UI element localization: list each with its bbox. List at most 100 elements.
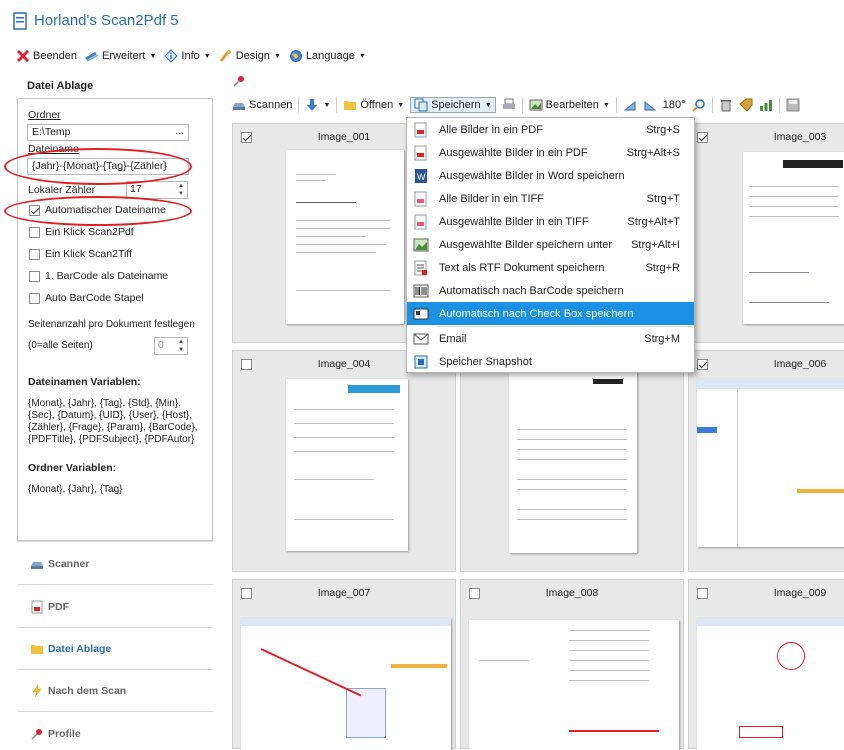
print-button[interactable]	[502, 98, 516, 112]
image-select-checkbox[interactable]	[697, 132, 708, 143]
menu-item-rtf[interactable]: Text als RTF Dokument speichern Strg+R	[407, 256, 694, 279]
menu-item-shortcut: Strg+Alt+T	[627, 215, 680, 228]
ordner-field[interactable]: E:\Temp ...	[27, 124, 189, 141]
chevron-down-icon: ▼	[273, 52, 281, 60]
nav-divider	[17, 627, 213, 628]
speichern-button[interactable]: Speichern ▼	[410, 97, 496, 113]
nav-profile[interactable]: Profile	[30, 727, 81, 741]
image-select-checkbox[interactable]	[697, 359, 708, 370]
menu-language[interactable]: Language ▼	[289, 49, 366, 63]
edit-image-icon	[529, 99, 543, 111]
nav-nach-dem-scan[interactable]: Nach dem Scan	[30, 684, 126, 698]
chevron-down-icon: ▼	[203, 52, 211, 60]
delete-button[interactable]	[719, 98, 733, 112]
menu-item-alle-bilder-pdf[interactable]: Alle Bilder in ein PDF Strg+S	[407, 118, 694, 141]
bearbeiten-button[interactable]: Bearbeiten ▼	[529, 98, 610, 112]
vars-text: {Monat}, {Jahr}, {Tag}, {Std}, {Min}, {S…	[28, 398, 198, 445]
nav-scanner[interactable]: Scanner	[30, 557, 89, 571]
image-tile[interactable]: Image_003	[688, 123, 844, 343]
printer-icon	[502, 98, 515, 109]
checkbox-ein-klick-scan2tiff[interactable]: Ein Klick Scan2Tiff	[29, 248, 132, 260]
rotate-180-button[interactable]: 180°	[663, 99, 686, 111]
nav-label: Profile	[48, 728, 81, 740]
checkbox-barcode-dateiname[interactable]: 1. BarCode als Dateiname	[29, 270, 168, 282]
image-tile[interactable]: Image_007	[232, 579, 456, 750]
spinner-arrows-icon[interactable]: ▲ ▼	[175, 338, 187, 354]
menu-item-label: Alle Bilder in ein TIFF	[439, 192, 544, 205]
menu-label: Info	[181, 50, 200, 62]
menu-item-label: Text als RTF Dokument speichern	[439, 261, 605, 274]
chevron-down-icon: ▼	[358, 52, 366, 60]
image-tile[interactable]: Image_006	[688, 350, 844, 572]
oeffnen-button[interactable]: Öffnen ▼	[343, 98, 404, 112]
image-tile[interactable]: Image_004	[232, 350, 456, 572]
menu-item-barcode[interactable]: Automatisch nach BarCode speichern	[407, 279, 694, 302]
menu-item-check-box[interactable]: Automatisch nach Check Box speichern	[407, 302, 694, 325]
menu-item-label: Ausgewählte Bilder in ein TIFF	[439, 215, 589, 228]
svg-text:W: W	[417, 172, 426, 182]
toolbar-divider	[298, 97, 300, 113]
chevron-down-icon: ▼	[484, 101, 492, 109]
nav-datei-ablage[interactable]: Datei Ablage	[30, 642, 111, 656]
rotate-right-button[interactable]	[643, 98, 657, 112]
menu-item-alle-tiff[interactable]: Alle Bilder in ein TIFF Strg+T	[407, 187, 694, 210]
tiff-icon	[414, 214, 427, 229]
save-disk-button[interactable]	[786, 98, 800, 112]
menu-item-word[interactable]: W Ausgewählte Bilder in Word speichern	[407, 164, 694, 187]
pin-toolbar-icon[interactable]	[232, 74, 246, 88]
checkbox-box[interactable]	[29, 270, 40, 282]
checkbox-box[interactable]	[29, 292, 40, 304]
image-title: Image_007	[317, 587, 371, 599]
menu-item-label: Ausgewählte Bilder in ein PDF	[439, 146, 588, 159]
checkbox-box[interactable]	[29, 226, 40, 238]
image-tile[interactable]: Image_009	[688, 579, 844, 750]
annotation-oval-dateiname	[4, 148, 192, 185]
nav-pdf[interactable]: PDF	[30, 600, 69, 614]
sort-button[interactable]	[759, 98, 773, 112]
menu-item-speichern-unter[interactable]: Ausgewählte Bilder speichern unter Strg+A…	[407, 233, 694, 256]
tag-button[interactable]	[738, 98, 753, 112]
seiten-spinner[interactable]: 0 ▲ ▼	[154, 337, 188, 355]
image-title: Image_006	[773, 358, 827, 370]
import-button[interactable]: ▼	[305, 98, 330, 112]
menu-item-shortcut: Strg+T	[646, 192, 680, 205]
spinner-arrows-icon[interactable]: ▲ ▼	[175, 182, 187, 198]
sort-bars-icon	[759, 100, 772, 111]
image-select-checkbox[interactable]	[241, 588, 252, 599]
image-select-checkbox[interactable]	[697, 588, 708, 599]
chevron-down-icon: ▼	[397, 101, 405, 109]
checkbox-auto-barcode-stapel[interactable]: Auto BarCode Stapel	[29, 292, 144, 304]
menu-item-ausgewaehlte-tiff[interactable]: Ausgewählte Bilder in ein TIFF Strg+Alt+T	[407, 210, 694, 233]
pdf-icon	[31, 600, 43, 614]
menu-design[interactable]: Design ▼	[219, 49, 281, 63]
rtf-icon	[414, 260, 427, 275]
main-menubar: Beenden Erweitert ▼ Info ▼ Design ▼ Languag…	[16, 46, 374, 66]
image-tile[interactable]: Image_008	[460, 579, 684, 750]
image-tile[interactable]	[460, 350, 684, 572]
nav-label: Nach dem Scan	[48, 685, 127, 697]
zaehler-value: 17	[130, 183, 142, 195]
browse-button[interactable]: ...	[175, 125, 184, 137]
scannen-button[interactable]: Scannen	[232, 98, 292, 112]
image-select-checkbox[interactable]	[241, 359, 252, 370]
toolbar-divider	[711, 97, 713, 113]
lightning-icon	[32, 684, 42, 698]
menu-erweitert[interactable]: Erweitert ▼	[85, 49, 156, 63]
nav-label: Scanner	[48, 558, 90, 570]
menu-item-label: Automatisch nach BarCode speichern	[439, 284, 624, 297]
menu-info[interactable]: Info ▼	[164, 49, 211, 63]
image-select-checkbox[interactable]	[469, 588, 480, 599]
menu-item-email[interactable]: Email Strg+M	[407, 327, 694, 350]
globe-icon	[289, 50, 302, 62]
tag-icon	[738, 98, 753, 112]
menu-item-ausgewaehlte-pdf[interactable]: Ausgewählte Bilder in ein PDF Strg+Alt+S	[407, 141, 694, 164]
checkbox-box[interactable]	[29, 248, 40, 260]
close-x-icon	[16, 49, 30, 63]
checkbox-label: 1. BarCode als Dateiname	[45, 270, 169, 282]
image-select-checkbox[interactable]	[241, 132, 252, 143]
menu-beenden[interactable]: Beenden	[16, 49, 77, 63]
menu-item-snapshot[interactable]: Speicher Snapshot	[407, 350, 694, 373]
rotate-left-button[interactable]	[623, 98, 637, 112]
zoom-button[interactable]	[691, 98, 706, 112]
checkbox-ein-klick-scan2pdf[interactable]: Ein Klick Scan2Pdf	[29, 226, 134, 238]
